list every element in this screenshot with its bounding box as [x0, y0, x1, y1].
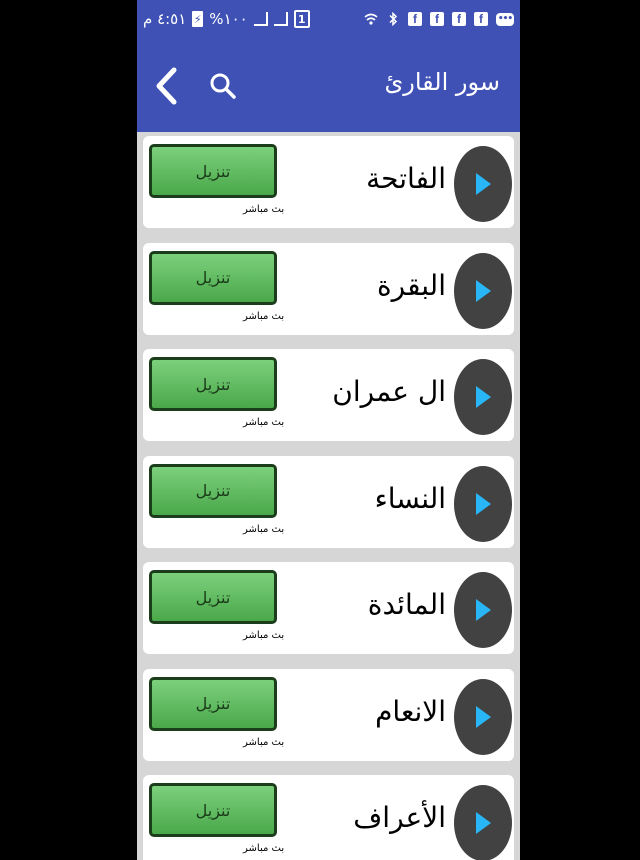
download-button[interactable]: تنزيل — [149, 783, 277, 837]
download-button[interactable]: تنزيل — [149, 250, 277, 305]
signal-icon — [253, 12, 268, 26]
surah-row[interactable]: النساء تنزيل بث مباشر — [143, 455, 514, 548]
play-button[interactable] — [454, 252, 512, 329]
download-button[interactable]: تنزيل — [149, 357, 277, 411]
sim-icon: 1 — [293, 10, 310, 28]
search-button[interactable] — [207, 70, 239, 102]
surah-row[interactable]: ال عمران تنزيل بث مباشر — [143, 349, 514, 441]
surah-name: الفاتحة — [366, 162, 446, 195]
play-button[interactable] — [454, 146, 512, 222]
phone-screen: ٤:٥١ م ⚡ %١٠٠ 1 f f f f ••• سور القارئ ا… — [137, 0, 520, 860]
surah-row[interactable]: الأعراف تنزيل بث مباشر — [143, 775, 514, 860]
live-stream-link[interactable]: بث مباشر — [243, 630, 284, 641]
facebook-notification-icon-2: f — [430, 12, 444, 26]
surah-row[interactable]: المائدة تنزيل بث مباشر — [143, 562, 514, 654]
play-icon — [476, 812, 491, 834]
play-button[interactable] — [454, 785, 512, 860]
live-stream-link[interactable]: بث مباشر — [243, 417, 284, 428]
surah-name: ال عمران — [332, 375, 446, 408]
download-button[interactable]: تنزيل — [149, 463, 277, 518]
play-icon — [476, 173, 491, 195]
live-stream-link[interactable]: بث مباشر — [243, 311, 284, 322]
live-stream-link[interactable]: بث مباشر — [243, 843, 284, 854]
play-icon — [476, 705, 491, 728]
surah-name: البقرة — [376, 268, 446, 302]
facebook-notification-icon: f — [408, 12, 422, 26]
surah-row[interactable]: الانعام تنزيل بث مباشر — [143, 668, 514, 761]
play-icon — [476, 599, 491, 621]
play-icon — [476, 386, 491, 408]
search-icon — [210, 73, 236, 99]
messenger-icon: ••• — [496, 12, 514, 26]
play-icon — [476, 279, 491, 302]
play-button[interactable] — [454, 465, 512, 542]
surah-row[interactable]: البقرة تنزيل بث مباشر — [143, 242, 514, 335]
live-stream-link[interactable]: بث مباشر — [243, 524, 284, 535]
facebook-notification-icon-4: f — [474, 12, 488, 26]
surah-name: المائدة — [367, 588, 446, 621]
battery-charging-icon: ⚡ — [192, 11, 204, 27]
signal-icon-2 — [273, 12, 288, 26]
status-time: ٤:٥١ م — [143, 10, 187, 28]
back-button[interactable] — [149, 66, 183, 106]
wifi-icon — [364, 12, 378, 26]
chevron-left-icon — [156, 67, 177, 105]
play-icon — [476, 492, 491, 515]
play-button[interactable] — [454, 359, 512, 435]
surah-name: النساء — [374, 481, 446, 515]
download-button[interactable]: تنزيل — [149, 676, 277, 731]
bluetooth-icon — [386, 12, 400, 26]
play-button[interactable] — [454, 572, 512, 648]
live-stream-link[interactable]: بث مباشر — [243, 204, 284, 215]
download-button[interactable]: تنزيل — [149, 570, 277, 624]
page-title: سور القارئ — [384, 68, 500, 96]
facebook-notification-icon-3: f — [452, 12, 466, 26]
battery-percent: %١٠٠ — [209, 10, 248, 28]
play-button[interactable] — [454, 678, 512, 755]
app-bar: سور القارئ — [137, 38, 520, 132]
download-button[interactable]: تنزيل — [149, 144, 277, 198]
status-bar: ٤:٥١ م ⚡ %١٠٠ 1 f f f f ••• — [137, 0, 520, 38]
surah-row[interactable]: الفاتحة تنزيل بث مباشر — [143, 136, 514, 228]
surah-name: الانعام — [375, 694, 446, 728]
live-stream-link[interactable]: بث مباشر — [243, 737, 284, 748]
surah-name: الأعراف — [353, 801, 446, 834]
